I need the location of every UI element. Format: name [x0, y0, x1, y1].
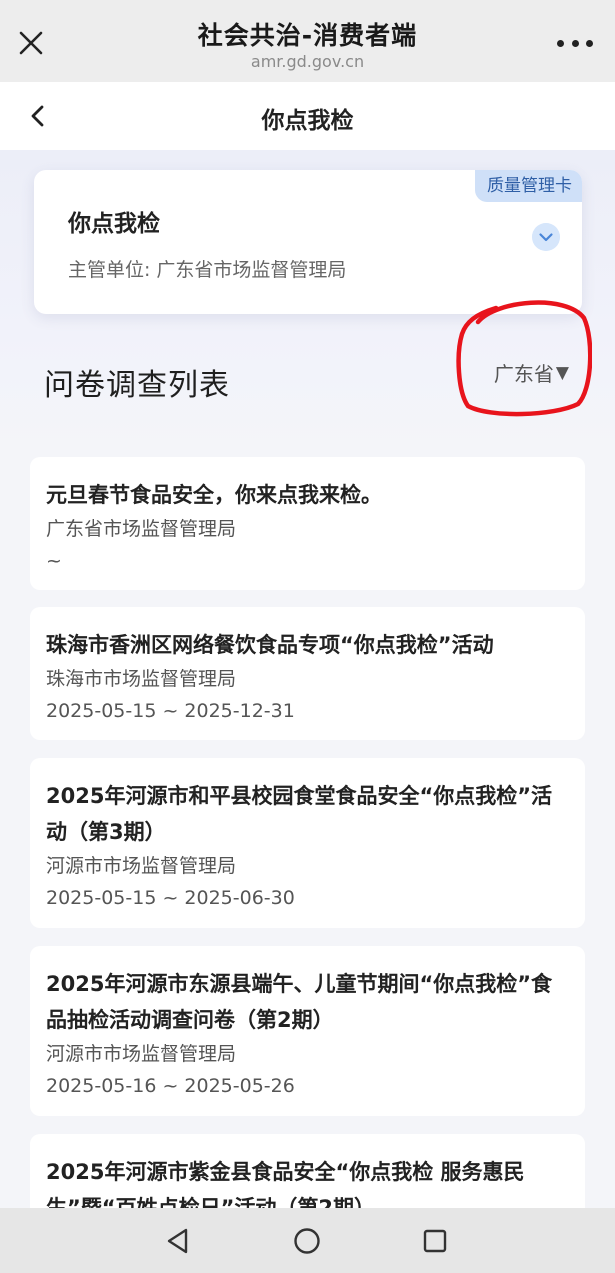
- survey-date: 2025-05-15 ~ 2025-06-30: [46, 887, 295, 909]
- survey-title: 2025年河源市和平县校园食堂食品安全“你点我检”活动（第3期）: [46, 784, 553, 844]
- card-org: 主管单位: 广东省市场监督管理局: [68, 255, 346, 282]
- survey-title: 珠海市香洲区网络餐饮食品专项“你点我检”活动: [46, 633, 494, 657]
- square-recent-icon[interactable]: [420, 1226, 450, 1256]
- more-dot: [571, 39, 579, 47]
- quality-card-badge[interactable]: 质量管理卡: [475, 170, 582, 202]
- survey-list-title: 问卷调查列表: [44, 368, 230, 403]
- survey-org: 河源市市场监督管理局: [46, 855, 237, 877]
- org-label: 主管单位:: [68, 259, 151, 281]
- survey-title: 元旦春节食品安全，你来点我来检。: [46, 483, 382, 507]
- survey-item[interactable]: 2025年河源市和平县校园食堂食品安全“你点我检”活动（第3期） 河源市市场监督…: [30, 758, 585, 928]
- system-nav-bar: [0, 1208, 615, 1273]
- red-annotation-circle: [456, 300, 592, 417]
- survey-title: 2025年河源市东源县端午、儿童节期间“你点我检”食品抽检活动调查问卷（第2期）: [46, 972, 553, 1032]
- survey-item[interactable]: 珠海市香洲区网络餐饮食品专项“你点我检”活动 珠海市市场监督管理局 2025-0…: [30, 607, 585, 740]
- more-icon[interactable]: [557, 30, 593, 56]
- browser-url: amr.gd.gov.cn: [250, 52, 365, 71]
- more-dot: [586, 39, 593, 47]
- survey-org: 珠海市市场监督管理局: [46, 668, 237, 690]
- survey-org: 广东省市场监督管理局: [46, 518, 237, 540]
- more-dot: [557, 39, 564, 47]
- survey-date: ~: [46, 550, 62, 572]
- circle-home-icon[interactable]: [292, 1226, 322, 1256]
- page-title: 你点我检: [261, 108, 354, 134]
- survey-item[interactable]: 2025年河源市东源县端午、儿童节期间“你点我检”食品抽检活动调查问卷（第2期）…: [30, 946, 585, 1116]
- org-value: 广东省市场监督管理局: [156, 259, 347, 281]
- browser-title-bar: 社会共治-消费者端 amr.gd.gov.cn: [0, 0, 615, 82]
- browser-title: 社会共治-消费者端: [197, 21, 418, 50]
- chevron-down-icon[interactable]: [532, 223, 560, 251]
- survey-date: 2025-05-15 ~ 2025-12-31: [46, 700, 295, 722]
- card-title: 你点我检: [68, 211, 160, 237]
- triangle-back-icon[interactable]: [164, 1226, 194, 1256]
- survey-item[interactable]: 元旦春节食品安全，你来点我来检。 广东省市场监督管理局 ~: [30, 457, 585, 590]
- page-nav-bar: 你点我检: [0, 82, 615, 150]
- survey-date: 2025-05-16 ~ 2025-05-26: [46, 1075, 295, 1097]
- survey-org: 河源市市场监督管理局: [46, 1043, 237, 1065]
